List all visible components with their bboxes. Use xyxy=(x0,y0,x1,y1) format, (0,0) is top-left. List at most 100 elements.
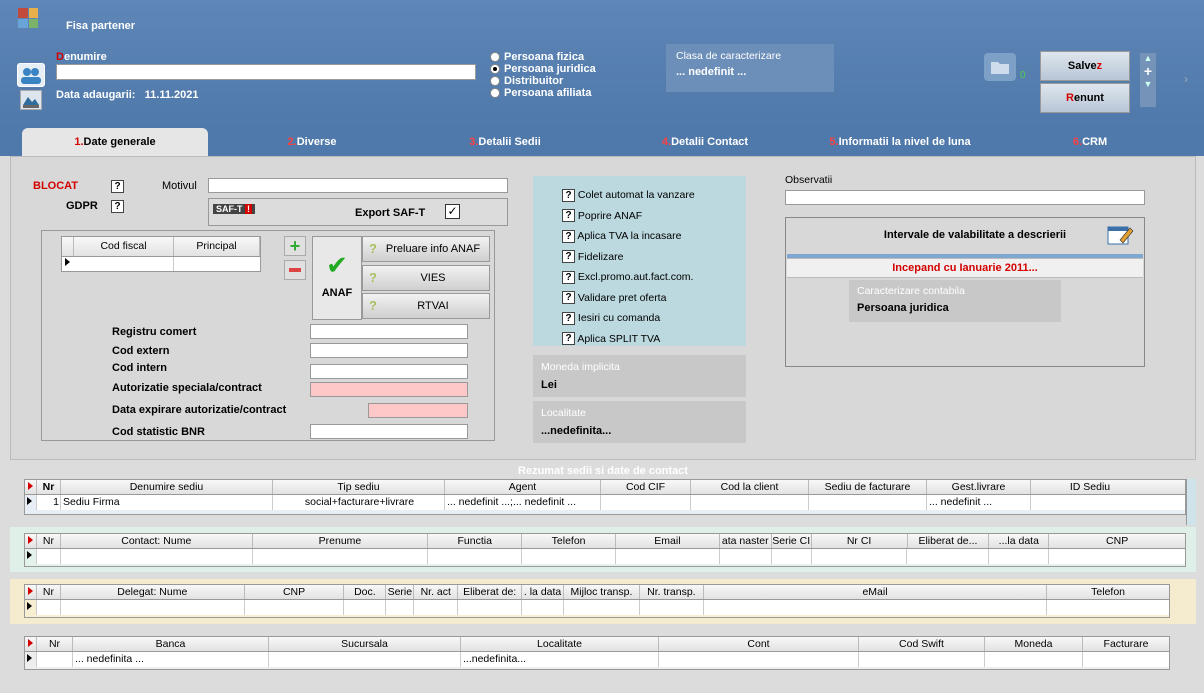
blocat-checkbox[interactable]: ? xyxy=(111,180,124,193)
cod-fiscal-grid[interactable]: Cod fiscal Principal xyxy=(61,236,261,272)
export-saft-checkbox[interactable]: ✓ xyxy=(445,204,460,219)
tab-informatii-luna[interactable]: 5.Informatii la nivel de luna xyxy=(800,128,1000,156)
observatii-label: Observatii xyxy=(785,174,833,186)
record-nav: ▲ + ▼ xyxy=(1140,53,1156,107)
rtvai-button[interactable]: ? RTVAI xyxy=(362,293,490,319)
intervale-title: Intervale de valabilitate a descrierii xyxy=(883,229,1067,241)
tab-date-generale[interactable]: 1.Date generale xyxy=(22,128,208,156)
cod-intern-label: Cod intern xyxy=(112,362,167,374)
radio-persoana-afiliata[interactable]: Persoana afiliata xyxy=(490,87,596,99)
option-poprire-anaf[interactable]: ? Poprire ANAF xyxy=(562,206,695,227)
data-adaugarii: Data adaugarii: 11.11.2021 xyxy=(56,89,199,101)
tab-diverse[interactable]: 2.Diverse xyxy=(232,128,392,156)
denumire-input[interactable] xyxy=(56,64,476,80)
moneda-implicita-box[interactable]: Moneda implicita Lei xyxy=(533,355,746,397)
add-icon[interactable]: + xyxy=(284,236,306,256)
cod-intern-input[interactable] xyxy=(310,364,468,379)
autorizatie-input[interactable] xyxy=(310,382,468,397)
cod-statistic-bnr-label: Cod statistic BNR xyxy=(112,426,205,438)
folder-count: 0 xyxy=(1020,70,1026,81)
localitate-box[interactable]: Localitate ...nedefinita... xyxy=(533,401,746,443)
option-tva-incasare[interactable]: ? Aplica TVA la incasare xyxy=(562,226,695,247)
motivul-label: Motivul xyxy=(162,180,197,192)
radio-distribuitor[interactable]: Distribuitor xyxy=(490,75,596,87)
banca-grid[interactable]: Nr Banca Sucursala Localitate Cont Cod S… xyxy=(24,636,1170,670)
delegat-header: Nr Delegat: Nume CNP Doc. Serie Nr. act … xyxy=(25,585,1169,600)
table-row[interactable]: ... nedefinita ... ...nedefinita... xyxy=(25,652,1169,667)
cod-extern-label: Cod extern xyxy=(112,345,170,357)
contact-grid[interactable]: Nr Contact: Nume Prenume Functia Telefon… xyxy=(24,533,1186,567)
caracterizare-label: Caracterizare contabila xyxy=(857,285,965,297)
map-icon[interactable] xyxy=(20,90,42,110)
app-logo-icon xyxy=(18,8,38,28)
cod-extern-input[interactable] xyxy=(310,343,468,358)
clasa-caracterizare-box[interactable]: Clasa de caracterizare ... nedefinit ... xyxy=(666,44,834,92)
caracterizare-value: Persoana juridica xyxy=(857,302,949,314)
sedii-scrollbar[interactable] xyxy=(1186,479,1196,525)
clasa-value: ... nedefinit ... xyxy=(676,66,747,78)
nav-up-icon[interactable]: ▲ xyxy=(1140,53,1156,63)
caracterizare-contabila-box[interactable]: Caracterizare contabila Persoana juridic… xyxy=(849,280,1061,322)
option-validare-pret[interactable]: ? Validare pret oferta xyxy=(562,288,695,309)
saft-badge: SAF-T ! xyxy=(213,204,256,214)
cancel-button[interactable]: Renunt xyxy=(1040,83,1130,113)
localitate-value: ...nedefinita... xyxy=(541,425,612,437)
data-expirare-input[interactable] xyxy=(368,403,468,418)
col-principal: Principal xyxy=(174,237,260,256)
moneda-value: Lei xyxy=(541,379,557,391)
chevron-right-icon[interactable]: › xyxy=(1184,72,1188,86)
observatii-input[interactable] xyxy=(785,190,1145,205)
moneda-label: Moneda implicita xyxy=(541,361,620,373)
anaf-label: ANAF xyxy=(321,287,353,299)
contact-header: Nr Contact: Nume Prenume Functia Telefon… xyxy=(25,534,1185,549)
window-title: Fisa partener xyxy=(66,20,136,32)
folder-icon[interactable] xyxy=(984,53,1016,81)
radio-persoana-fizica[interactable]: Persoana fizica xyxy=(490,51,596,63)
option-split-tva[interactable]: ? Aplica SPLIT TVA xyxy=(562,329,695,350)
remove-icon[interactable] xyxy=(284,260,306,280)
gdpr-checkbox[interactable]: ? xyxy=(111,200,124,213)
vies-button[interactable]: ? VIES xyxy=(362,265,490,291)
sedii-grid[interactable]: Nr Denumire sediu Tip sediu Agent Cod CI… xyxy=(24,479,1186,515)
table-row[interactable] xyxy=(25,549,1185,564)
nav-down-icon[interactable]: ▼ xyxy=(1140,79,1156,89)
save-button[interactable]: Salvez xyxy=(1040,51,1130,81)
radio-persoana-juridica[interactable]: Persoana juridica xyxy=(490,63,596,75)
gdpr-label: GDPR xyxy=(66,200,98,212)
summary-title: Rezumat sedii si date de contact xyxy=(518,465,688,477)
preluare-info-anaf-button[interactable]: ? Preluare info ANAF xyxy=(362,236,490,262)
interval-row[interactable]: Incepand cu Ianuarie 2011... xyxy=(787,258,1143,278)
sedii-header: Nr Denumire sediu Tip sediu Agent Cod CI… xyxy=(25,480,1185,495)
localitate-label: Localitate xyxy=(541,407,586,419)
clasa-label: Clasa de caracterizare xyxy=(676,50,782,62)
check-icon: ✔ xyxy=(326,250,348,280)
blocat-label: BLOCAT xyxy=(33,180,79,192)
partner-icon[interactable] xyxy=(17,63,45,87)
options-list: ? Colet automat la vanzare ? Poprire ANA… xyxy=(562,185,695,349)
option-iesiri-comanda[interactable]: ? Iesiri cu comanda xyxy=(562,308,695,329)
partner-type-radios: Persoana fizica Persoana juridica Distri… xyxy=(490,51,596,99)
calendar-edit-icon[interactable] xyxy=(1106,222,1134,246)
export-saft-label: Export SAF-T xyxy=(355,207,426,219)
cod-statistic-bnr-input[interactable] xyxy=(310,424,468,439)
option-colet-automat[interactable]: ? Colet automat la vanzare xyxy=(562,185,695,206)
autorizatie-label: Autorizatie speciala/contract xyxy=(112,382,262,394)
tab-detalii-contact[interactable]: 4.Detalii Contact xyxy=(620,128,790,156)
registru-comert-input[interactable] xyxy=(310,324,468,339)
delegat-grid[interactable]: Nr Delegat: Nume CNP Doc. Serie Nr. act … xyxy=(24,584,1170,618)
motivul-input[interactable] xyxy=(208,178,508,193)
banca-header: Nr Banca Sucursala Localitate Cont Cod S… xyxy=(25,637,1169,652)
table-row[interactable] xyxy=(25,600,1169,615)
interval-label: Incepand cu Ianuarie 2011... xyxy=(892,262,1038,274)
saft-box: SAF-T ! Export SAF-T ✓ xyxy=(208,198,508,226)
tab-crm[interactable]: 6.CRM xyxy=(1040,128,1140,156)
nav-add-icon[interactable]: + xyxy=(1140,63,1156,79)
data-expirare-label: Data expirare autorizatie/contract xyxy=(112,404,287,416)
option-fidelizare[interactable]: ? Fidelizare xyxy=(562,247,695,268)
option-excl-promo[interactable]: ? Excl.promo.aut.fact.com. xyxy=(562,267,695,288)
col-cod-fiscal: Cod fiscal xyxy=(74,237,174,256)
registru-comert-label: Registru comert xyxy=(112,326,197,338)
tab-detalii-sedii[interactable]: 3.Detalii Sedii xyxy=(420,128,590,156)
anaf-button[interactable]: ✔ ANAF xyxy=(312,236,362,320)
table-row[interactable]: 1 Sediu Firma social+facturare+livrare .… xyxy=(25,495,1185,510)
